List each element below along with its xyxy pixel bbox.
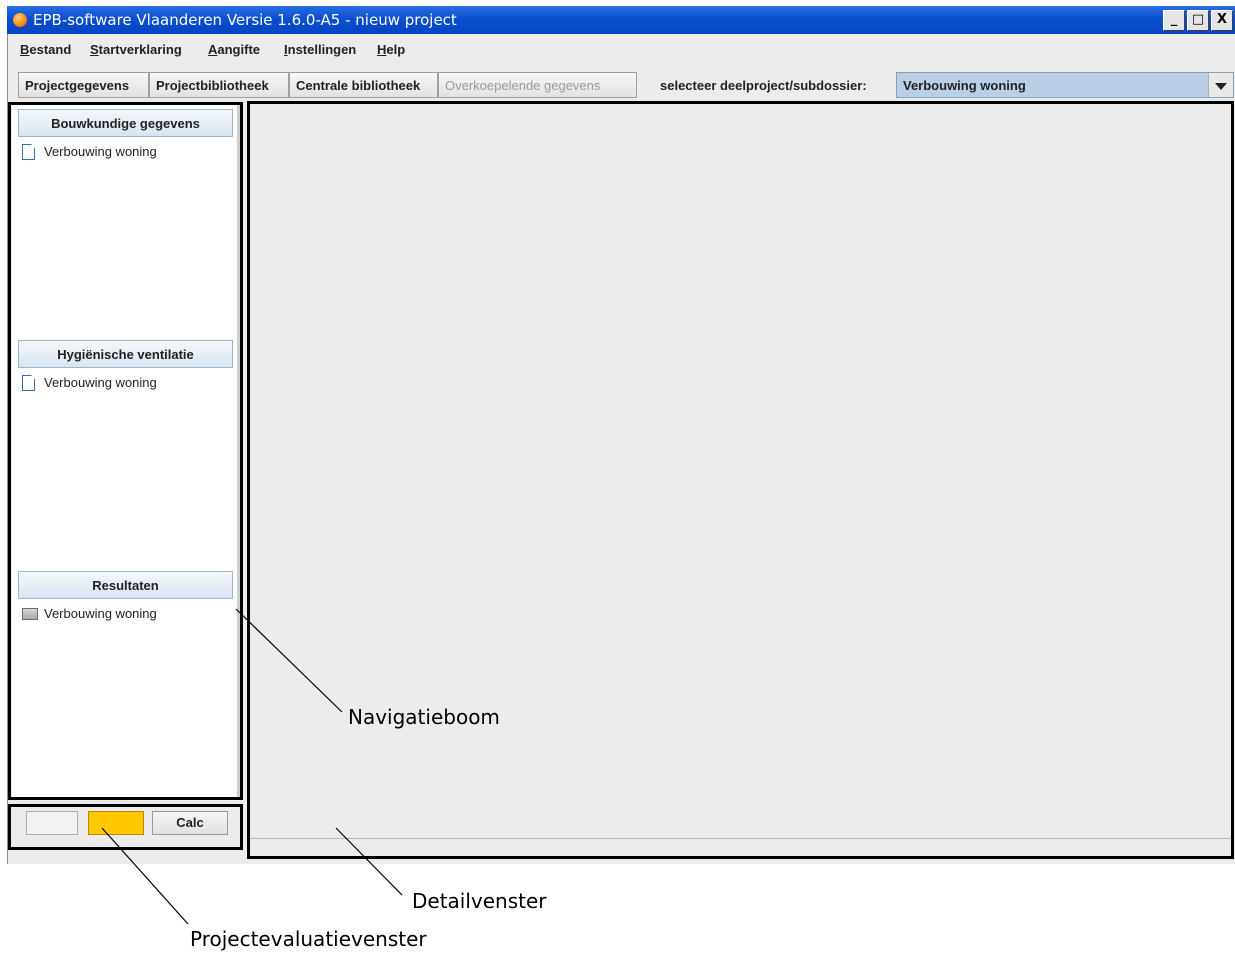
- annotation-detailvenster: Detailvenster: [412, 889, 547, 913]
- annotation-navigatieboom: Navigatieboom: [348, 705, 500, 729]
- annotation-projectevaluatievenster: Projectevaluatievenster: [190, 927, 427, 951]
- annotation-leader-lines: [101, 608, 403, 925]
